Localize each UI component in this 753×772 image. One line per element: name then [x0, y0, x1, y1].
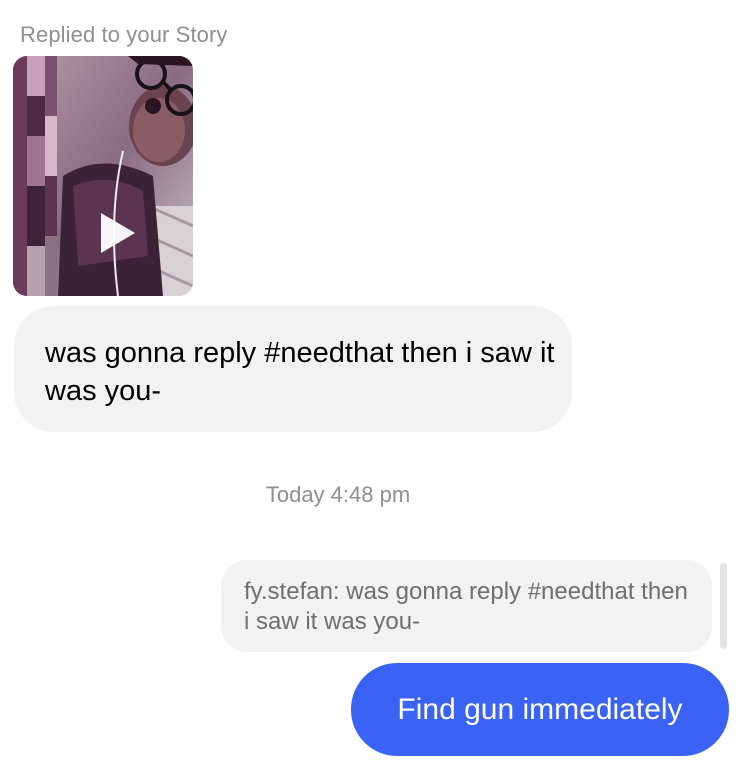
quote-indicator-bar: [720, 563, 727, 649]
incoming-message-bubble[interactable]: was gonna reply #needthat then i saw it …: [14, 306, 572, 432]
play-icon[interactable]: [97, 211, 137, 255]
outgoing-message-bubble[interactable]: Find gun immediately: [351, 663, 729, 756]
story-thumbnail[interactable]: [13, 56, 193, 296]
story-image: [13, 56, 193, 296]
chat-thread: Replied to your Story was gonna reply #n…: [0, 0, 753, 772]
message-timestamp: Today 4:48 pm: [265, 482, 411, 507]
quoted-reply-bubble[interactable]: fy.stefan: was gonna reply #needthat the…: [221, 560, 712, 652]
replied-to-story-label: Replied to your Story: [20, 22, 228, 47]
incoming-message-text: was gonna reply #needthat then i saw it …: [45, 337, 555, 407]
outgoing-message-text: Find gun immediately: [397, 692, 683, 726]
quoted-reply-text: fy.stefan: was gonna reply #needthat the…: [244, 578, 688, 635]
